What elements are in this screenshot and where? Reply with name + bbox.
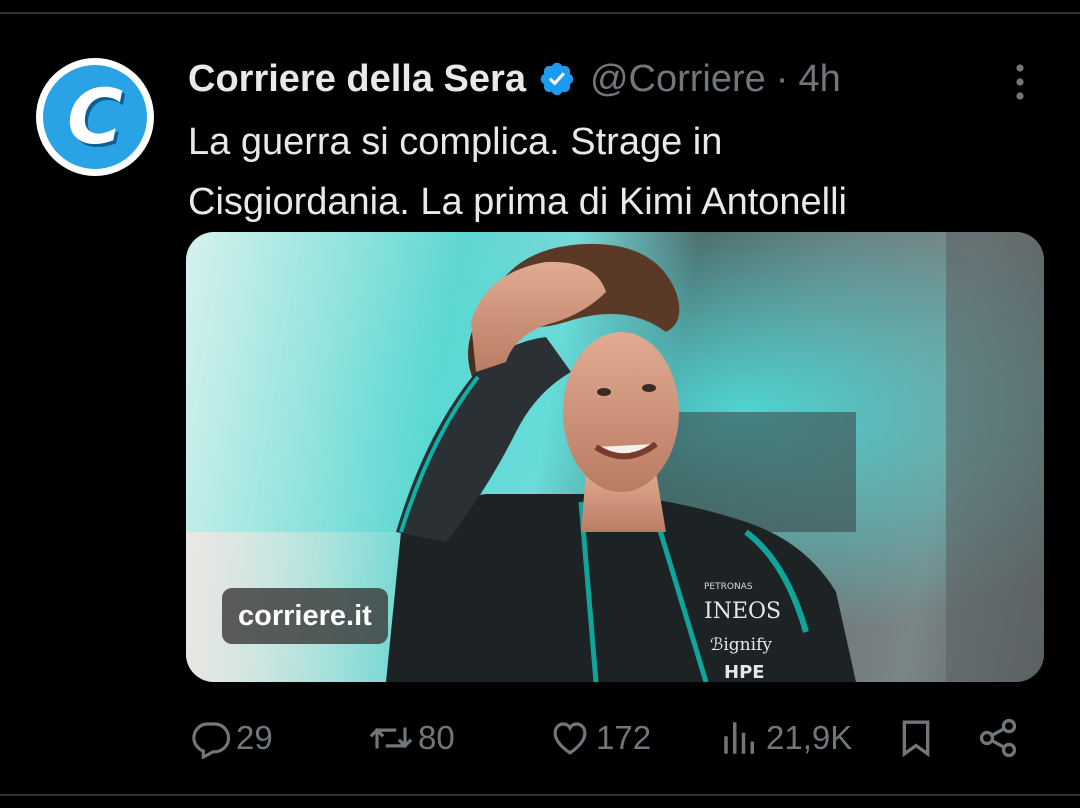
reply-button[interactable]: 29: [190, 708, 273, 768]
display-name[interactable]: Corriere della Sera: [188, 58, 526, 101]
more-options-icon[interactable]: [1006, 62, 1034, 102]
reply-icon: [192, 722, 231, 759]
repost-button[interactable]: 80: [368, 708, 455, 768]
tweet-text: La guerra si complica. Strage in Cisgior…: [188, 112, 1048, 232]
share-icon: [979, 718, 1017, 758]
avatar-letter: C: [67, 72, 123, 161]
tweet-text-line: La guerra si complica. Strage in: [188, 121, 723, 163]
suit-sponsor-text: PETRONAS: [704, 582, 753, 592]
like-count: 172: [596, 719, 652, 756]
suit-sponsor-text: ℬignify: [710, 635, 772, 655]
reply-count: 29: [236, 719, 273, 756]
bookmark-button[interactable]: [896, 708, 940, 768]
suit-sponsor-text: INEOS: [704, 599, 781, 624]
source-domain-badge[interactable]: corriere.it: [222, 588, 388, 644]
separator-dot: ·: [775, 57, 789, 100]
bookmark-icon: [902, 720, 930, 758]
verified-badge-icon[interactable]: [538, 60, 576, 98]
views-bar-chart-icon: [724, 722, 754, 754]
views-count: 21,9K: [766, 719, 853, 756]
bottom-divider: [0, 794, 1080, 796]
action-bar: 29 80 172 21,9K: [186, 708, 1036, 768]
tweet-header: Corriere della Sera @Corriere · 4h: [188, 54, 988, 104]
suit-sponsor-text: HPE: [724, 662, 765, 682]
timestamp[interactable]: 4h: [798, 58, 840, 101]
tweet-text-line: Cisgiordania. La prima di Kimi Antonelli: [188, 181, 847, 223]
handle[interactable]: @Corriere: [590, 58, 766, 101]
avatar[interactable]: C: [36, 58, 154, 176]
views-button[interactable]: 21,9K: [718, 708, 852, 768]
repost-icon: [369, 727, 413, 749]
avatar-logo: C: [43, 65, 147, 169]
share-button[interactable]: [976, 708, 1024, 768]
heart-icon: [553, 722, 587, 755]
tweet-card[interactable]: C Corriere della Sera @Corriere · 4h La …: [0, 14, 1080, 794]
like-button[interactable]: 172: [548, 708, 651, 768]
repost-count: 80: [418, 719, 455, 756]
